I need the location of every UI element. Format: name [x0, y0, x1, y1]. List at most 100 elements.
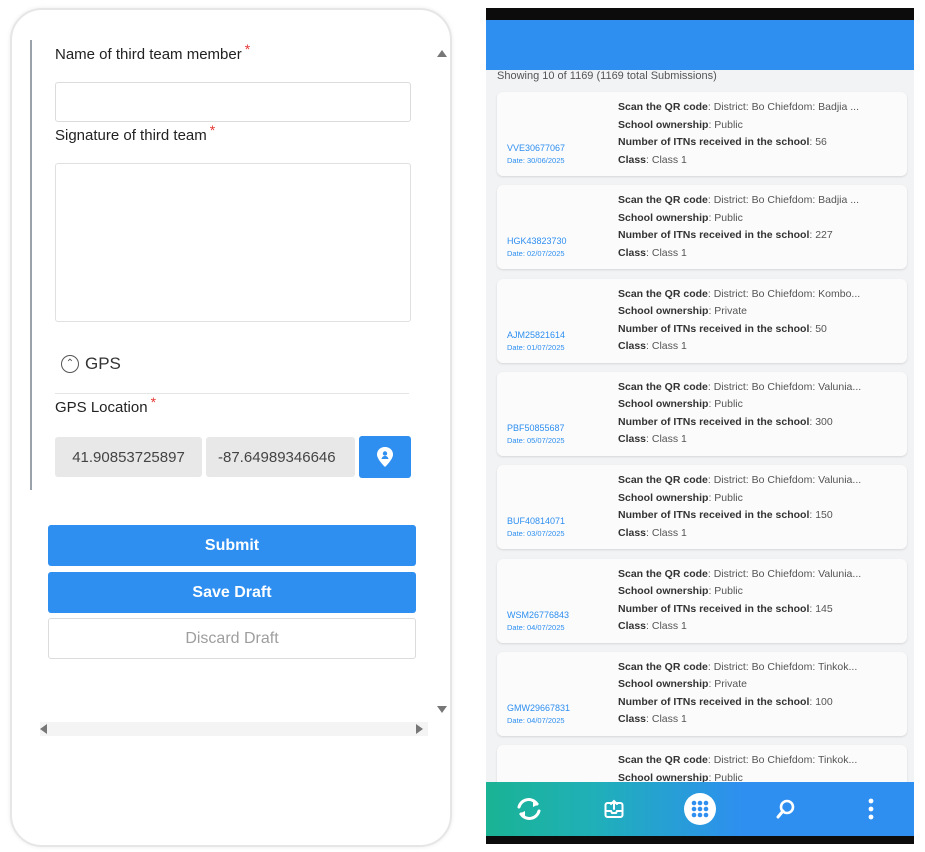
required-asterisk: *	[209, 122, 216, 138]
signature-field-label: Signature of third team *	[55, 122, 215, 144]
field-ownership: School ownership: Public	[618, 585, 743, 597]
submit-button[interactable]: Submit	[48, 525, 416, 566]
outbox-button[interactable]	[592, 787, 636, 831]
field-qr: Scan the QR code: District: Bo Chiefdom:…	[618, 754, 858, 767]
field-value: Public	[714, 491, 743, 504]
submission-card[interactable]: WSM26776843 Date: 04/07/2025 Scan the QR c…	[497, 558, 907, 643]
get-location-button[interactable]	[359, 436, 411, 478]
field-label: School ownership	[618, 211, 709, 224]
horizontal-scrollbar[interactable]	[40, 722, 428, 736]
field-value: Public	[714, 211, 743, 224]
submission-date: Date: 03/07/2025	[507, 529, 565, 539]
field-ownership: School ownership: Public	[618, 118, 743, 131]
field-class: Class: Class 1	[618, 153, 687, 166]
submission-card[interactable]: VVE30677067 Date: 30/06/2025 Scan the QR c…	[497, 92, 907, 176]
discard-draft-button[interactable]: Discard Draft	[48, 618, 416, 659]
field-class: Class: Class 1	[618, 620, 687, 632]
field-value: Public	[714, 398, 743, 411]
submission-card[interactable]: HGK43823730 Date: 02/07/2025 Scan the QR c…	[497, 185, 907, 270]
submission-count-text: Showing 10 of 1169 (1169 total Submissio…	[497, 70, 717, 82]
status-bar	[486, 8, 914, 20]
field-class: Class: Class 1	[618, 340, 687, 353]
field-qr: Scan the QR code: District: Bo Chiefdom:…	[618, 194, 860, 207]
save-draft-button[interactable]: Save Draft	[48, 572, 416, 613]
submit-button-label: Submit	[204, 536, 260, 554]
search-button[interactable]	[764, 787, 808, 831]
submission-card[interactable]: BUF40814071 Date: 03/07/2025 Scan the QR c…	[497, 465, 907, 550]
field-label: School ownership	[618, 491, 709, 504]
latitude-value: 41.90853725897	[72, 448, 185, 466]
gps-section-toggle[interactable]: ⌃ GPS	[61, 354, 121, 374]
submission-card[interactable]: GMW29667831 Date: 04/07/2025 Scan the QR c…	[497, 651, 907, 736]
field-value: District: Bo Chiefdom: Tinkok...	[713, 754, 858, 767]
field-value: Class 1	[651, 526, 687, 539]
field-ownership: School ownership: Public	[618, 491, 743, 504]
longitude-field[interactable]: -87.64989346646	[206, 437, 355, 477]
submission-id: AJM25821614	[507, 329, 566, 340]
scroll-left-arrow-icon[interactable]	[40, 724, 47, 734]
submissions-screen: Showing 10 of 1169 (1169 total Submissio…	[486, 8, 914, 844]
field-value: 300	[815, 415, 833, 428]
field-value: District: Bo Chiefdom: Badjia ...	[713, 101, 860, 113]
field-value: Private	[714, 305, 747, 318]
more-vertical-icon	[868, 798, 874, 820]
field-ownership: School ownership: Private	[618, 305, 747, 318]
field-label: Scan the QR code	[618, 754, 708, 767]
field-value: 145	[815, 602, 833, 615]
field-class: Class: Class 1	[618, 246, 687, 259]
field-value: Class 1	[651, 246, 687, 259]
field-label: Scan the QR code	[618, 474, 708, 487]
submission-id: BUF40814071	[507, 516, 566, 527]
field-value: 227	[815, 229, 833, 242]
scroll-down-arrow-icon[interactable]	[437, 706, 447, 713]
submission-fields: Scan the QR code: District: Bo Chiefdom:…	[618, 379, 904, 449]
field-class: Class: Class 1	[618, 526, 687, 539]
latitude-field[interactable]: 41.90853725897	[55, 437, 202, 477]
field-itns: Number of ITNs received in the school: 5…	[618, 322, 827, 335]
field-value: Class 1	[651, 433, 687, 446]
field-value: Class 1	[651, 713, 687, 726]
gps-section-title: GPS	[85, 354, 121, 373]
field-label: Number of ITNs received in the school	[618, 229, 810, 242]
more-menu-button[interactable]	[849, 787, 893, 831]
search-icon	[776, 799, 794, 819]
field-itns: Number of ITNs received in the school: 1…	[618, 509, 833, 522]
field-label: Scan the QR code	[618, 380, 708, 393]
name-input[interactable]	[55, 82, 411, 122]
field-label: Scan the QR code	[618, 194, 708, 207]
app-bar	[486, 20, 914, 70]
field-label: Number of ITNs received in the school	[618, 136, 810, 148]
field-itns: Number of ITNs received in the school: 3…	[618, 415, 833, 428]
field-value: District: Bo Chiefdom: Kombo...	[713, 287, 861, 300]
field-value: District: Bo Chiefdom: Valunia...	[713, 380, 862, 393]
field-label: School ownership	[618, 585, 709, 597]
field-value: 56	[815, 136, 827, 148]
field-value: District: Bo Chiefdom: Valunia...	[713, 567, 862, 580]
submission-id: PBF50855687	[507, 422, 565, 433]
scroll-up-arrow-icon[interactable]	[437, 50, 447, 57]
submission-date: Date: 04/07/2025	[507, 715, 565, 725]
field-ownership: School ownership: Public	[618, 211, 743, 224]
field-ownership: School ownership: Public	[618, 398, 743, 411]
field-label: Scan the QR code	[618, 101, 708, 113]
system-nav-bar	[486, 836, 914, 844]
scroll-right-arrow-icon[interactable]	[416, 724, 423, 734]
sync-icon	[517, 798, 541, 820]
submission-card[interactable]: PBF50855687 Date: 05/07/2025 Scan the QR c…	[497, 371, 907, 456]
field-label: Class	[618, 153, 647, 166]
submission-card[interactable]: AJM25821614 Date: 01/07/2025 Scan the QR c…	[497, 278, 907, 363]
field-qr: Scan the QR code: District: Bo Chiefdom:…	[618, 474, 862, 487]
inbox-upload-icon	[604, 799, 624, 818]
field-value: District: Bo Chiefdom: Tinkok...	[713, 660, 858, 673]
submission-fields: Scan the QR code: District: Bo Chiefdom:…	[618, 659, 904, 729]
field-label: Scan the QR code	[618, 567, 708, 580]
required-asterisk: *	[150, 394, 157, 410]
field-label: Number of ITNs received in the school	[618, 415, 810, 428]
submission-date: Date: 02/07/2025	[507, 249, 565, 259]
signature-pad[interactable]	[55, 163, 411, 322]
signature-label-text: Signature of third team	[55, 127, 207, 144]
field-label: Scan the QR code	[618, 287, 708, 300]
sync-button[interactable]	[507, 787, 551, 831]
apps-button[interactable]	[678, 787, 722, 831]
submission-fields: Scan the QR code: District: Bo Chiefdom:…	[618, 472, 904, 542]
